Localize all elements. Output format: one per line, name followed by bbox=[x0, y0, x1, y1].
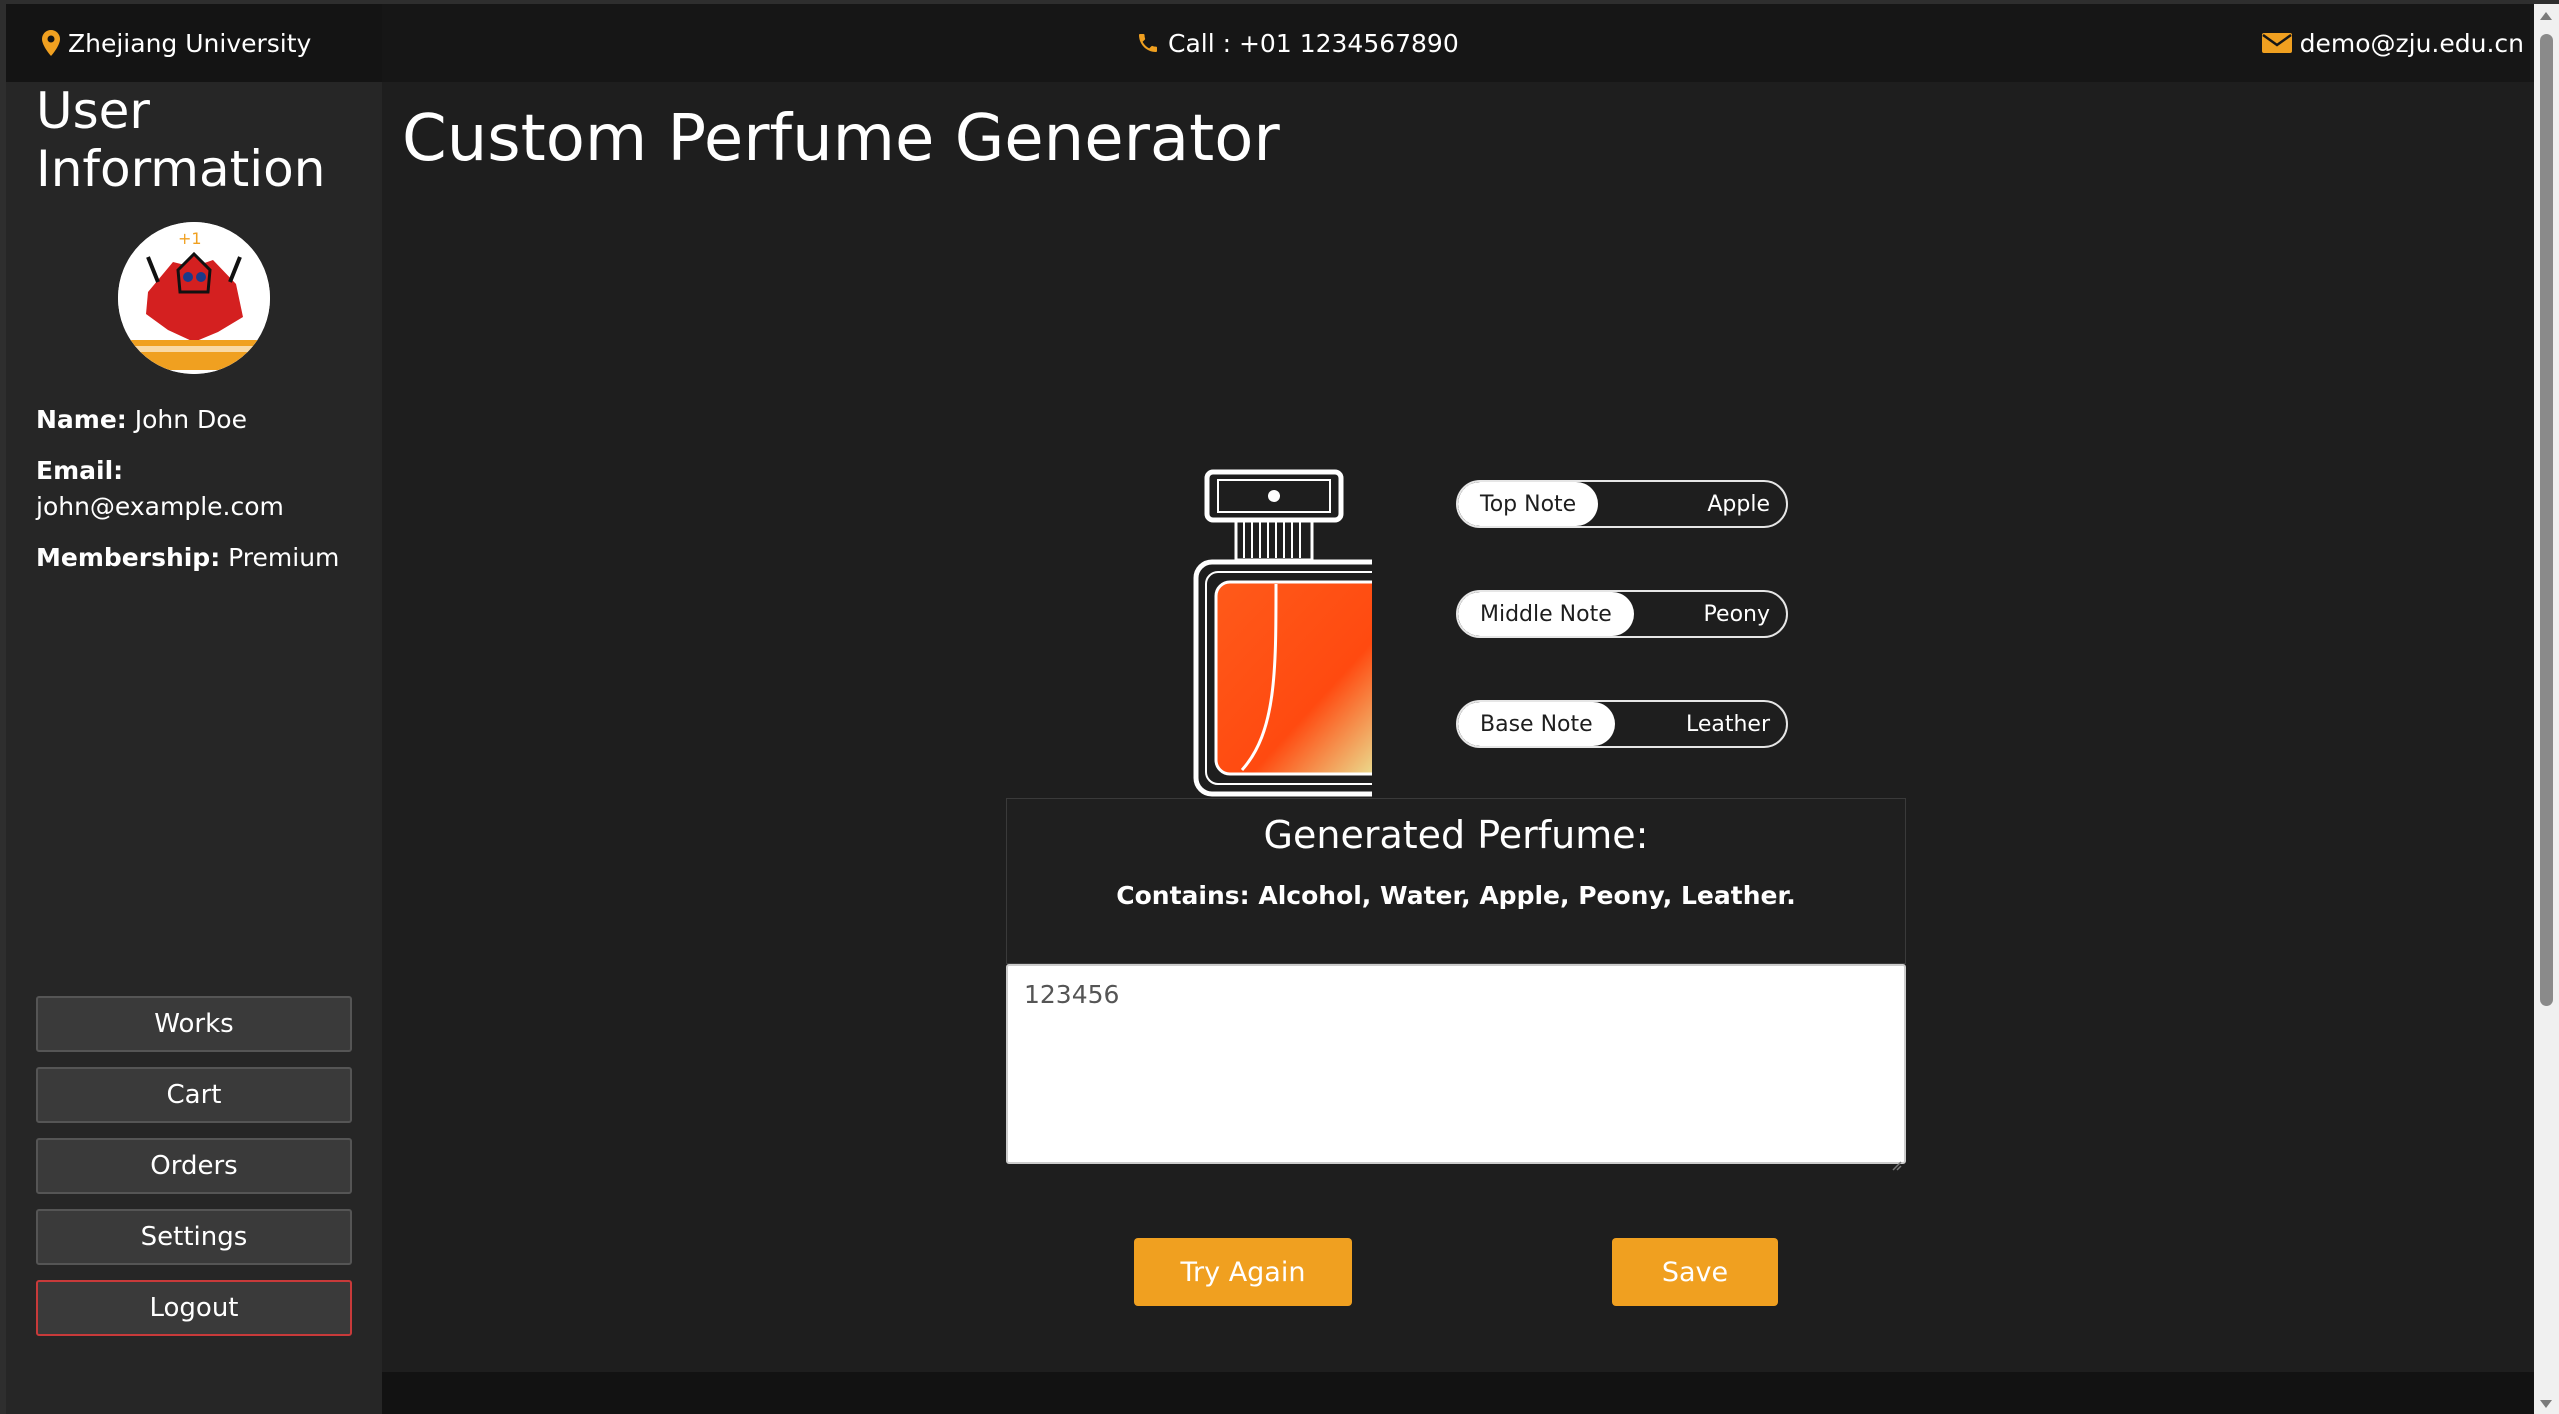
scroll-down-icon[interactable] bbox=[2540, 1400, 2552, 1408]
middle-note-label: Middle Note bbox=[1458, 592, 1634, 636]
svg-text:+1: +1 bbox=[178, 229, 202, 248]
user-email: Email: john@example.com bbox=[36, 456, 284, 521]
result-ingredients: Contains: Alcohol, Water, Apple, Peony, … bbox=[1116, 881, 1796, 910]
resize-grip-icon[interactable] bbox=[1890, 1148, 1902, 1171]
perfume-bottle-image bbox=[1112, 332, 1415, 812]
phone-info: Call : +01 1234567890 bbox=[1136, 4, 1459, 82]
base-note-label: Base Note bbox=[1458, 702, 1615, 746]
location-text: Zhejiang University bbox=[68, 28, 312, 58]
middle-note-selector[interactable]: Middle Note Peony bbox=[1456, 590, 1788, 638]
result-title: Generated Perfume: bbox=[1263, 813, 1649, 857]
location-info: Zhejiang University bbox=[6, 4, 382, 82]
top-note-selector[interactable]: Top Note Apple bbox=[1456, 480, 1788, 528]
envelope-icon bbox=[2261, 31, 2292, 55]
user-membership: Membership: Premium bbox=[36, 543, 340, 572]
base-note-value: Leather bbox=[1685, 711, 1770, 737]
sidebar-title: User Information bbox=[36, 82, 326, 198]
try-again-button[interactable]: Try Again bbox=[1134, 1238, 1352, 1306]
generated-perfume-panel: Generated Perfume: Contains: Alcohol, Wa… bbox=[1006, 798, 1906, 964]
save-button[interactable]: Save bbox=[1612, 1238, 1778, 1306]
avatar: +1 bbox=[118, 222, 270, 374]
phone-icon bbox=[1136, 31, 1160, 55]
top-note-value: Apple bbox=[1707, 491, 1770, 517]
cart-button[interactable]: Cart bbox=[36, 1067, 352, 1123]
phone-text: Call : +01 1234567890 bbox=[1168, 28, 1459, 58]
page-title: Custom Perfume Generator bbox=[402, 102, 1280, 176]
footer-bar bbox=[382, 1372, 2534, 1414]
user-name: Name: John Doe bbox=[36, 405, 247, 434]
main-content: Custom Perfume Generator Top Note Apple … bbox=[382, 82, 2534, 1372]
user-sidebar: User Information +1 Name: John Doe Email… bbox=[6, 82, 382, 1414]
perfume-notes-textarea[interactable]: 123456 bbox=[1006, 964, 1906, 1171]
email-text: demo@zju.edu.cn bbox=[2299, 28, 2524, 58]
map-pin-icon bbox=[42, 30, 60, 56]
scroll-thumb[interactable] bbox=[2540, 34, 2553, 1006]
textarea-value: 123456 bbox=[1024, 980, 1120, 1009]
top-bar: Zhejiang University Call : +01 123456789… bbox=[6, 4, 2534, 82]
vertical-scrollbar[interactable] bbox=[2534, 4, 2559, 1414]
orders-button[interactable]: Orders bbox=[36, 1138, 352, 1194]
logout-button[interactable]: Logout bbox=[36, 1280, 352, 1336]
top-note-label: Top Note bbox=[1458, 482, 1599, 526]
works-button[interactable]: Works bbox=[36, 996, 352, 1052]
middle-note-value: Peony bbox=[1703, 601, 1770, 627]
base-note-selector[interactable]: Base Note Leather bbox=[1456, 700, 1788, 748]
settings-button[interactable]: Settings bbox=[36, 1209, 352, 1265]
scroll-up-icon[interactable] bbox=[2540, 12, 2552, 20]
email-info: demo@zju.edu.cn bbox=[2261, 4, 2524, 82]
